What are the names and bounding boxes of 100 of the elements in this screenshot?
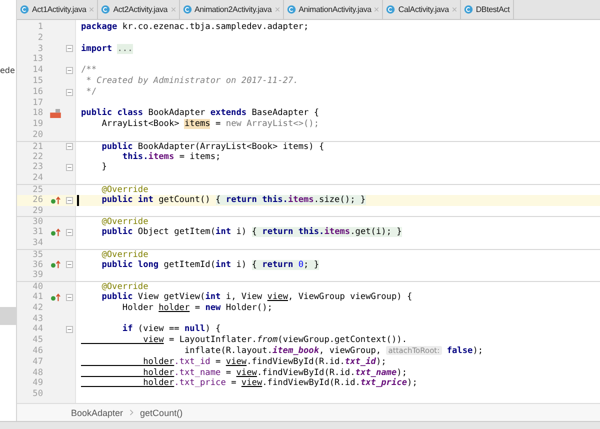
code-token: Holder (121, 302, 154, 313)
code-token: ); (407, 378, 418, 388)
code-token: ; } (304, 260, 320, 270)
fold-marker-icon[interactable] (66, 164, 72, 172)
code-token: = LayoutInflater. (168, 335, 257, 346)
line-number: 23 (32, 162, 44, 174)
chevron-icon (129, 409, 134, 416)
code-token: this. (121, 152, 148, 162)
code-token: new (205, 302, 221, 313)
tab-label: DBtestAct (476, 5, 510, 14)
override-marker-icon[interactable] (50, 292, 60, 302)
code-token: .txt_price (174, 378, 226, 388)
fold-marker-icon[interactable] (66, 67, 72, 74)
fold-marker-icon[interactable] (66, 196, 72, 204)
code-token: ... (117, 44, 133, 54)
class-marker-icon[interactable] (50, 109, 60, 118)
code-token: getCount() (158, 194, 212, 205)
line-number: 3 (36, 44, 44, 54)
code-token: , ViewGroup viewGroup) { (288, 292, 412, 302)
code-token: return (262, 260, 298, 270)
editor-tab[interactable]: Animation2Activity.java (180, 0, 284, 19)
fold-marker-icon[interactable] (66, 229, 72, 236)
breadcrumb-item[interactable]: getCount() (140, 408, 183, 418)
editor-tab[interactable]: AnimationActivity.java (284, 0, 384, 19)
close-icon[interactable] (89, 7, 94, 12)
line-number: 14 (32, 65, 44, 76)
editor-tab[interactable]: Act1Activity.java (17, 0, 98, 19)
class-file-icon (286, 5, 296, 14)
line-number: 48 (32, 368, 44, 378)
code-token: i) (235, 227, 248, 238)
override-marker-icon[interactable] (50, 196, 60, 205)
code-token: @Override (100, 217, 148, 228)
code-editor[interactable] (17, 20, 600, 403)
fold-marker-icon[interactable] (66, 326, 72, 334)
code-token: , viewGroup, (319, 346, 382, 356)
code-token: .txt_id (174, 356, 210, 367)
line-number: 42 (32, 302, 44, 314)
code-token: BaseAdapter { (250, 108, 320, 118)
line-number: 17 (32, 98, 44, 108)
code-token: ); (472, 346, 484, 356)
code-token: View getView( (136, 292, 206, 302)
code-token: public class (81, 108, 144, 118)
line-number: 50 (32, 389, 44, 400)
line-number: 19 (32, 119, 44, 130)
code-token: public (100, 227, 133, 238)
code-token: int (216, 227, 232, 238)
close-icon[interactable] (374, 7, 380, 12)
close-icon[interactable] (274, 7, 280, 12)
line-number: 41 (32, 292, 44, 303)
line-number: 46 (32, 346, 44, 357)
code-token: @Override (100, 250, 148, 260)
fold-marker-icon[interactable] (66, 261, 72, 268)
code-token: extends (210, 108, 247, 118)
code-token: = (194, 302, 202, 313)
code-token: false (446, 346, 473, 356)
tab-label: Act2Activity.java (113, 5, 168, 14)
line-number: 25 (32, 184, 44, 195)
code-token: view (241, 378, 262, 388)
code-token: txt_price (360, 378, 408, 388)
editor-tab[interactable]: CalActivity.java (383, 0, 461, 19)
line-number: 20 (32, 130, 44, 141)
override-marker-icon[interactable] (50, 260, 60, 270)
fold-marker-icon[interactable] (66, 294, 72, 301)
code-token: .txt_name (174, 368, 221, 378)
code-token: view (236, 368, 257, 378)
code-token: import (81, 44, 114, 54)
editor-tab[interactable]: Act2Activity.java (98, 0, 180, 19)
override-marker-icon[interactable] (50, 228, 60, 238)
close-icon[interactable] (452, 7, 457, 12)
line-number: 22 (32, 152, 44, 162)
code-token: .findViewById(R.id. (246, 356, 345, 367)
class-file-icon (464, 5, 473, 14)
code-token: BookAdapter(ArrayList<Book> items) { (136, 142, 324, 152)
code-token: package (81, 22, 118, 32)
code-token: ); (396, 368, 408, 378)
class-file-icon (182, 5, 192, 14)
tab-label: Animation2Activity.java (194, 5, 272, 14)
fold-marker-icon[interactable] (66, 143, 72, 150)
code-token: { (252, 227, 262, 238)
code-token: 0 (298, 260, 304, 270)
line-number: 16 (32, 86, 44, 98)
code-token: /** (81, 65, 97, 76)
code-token: = (214, 119, 222, 130)
fold-marker-icon[interactable] (66, 45, 72, 52)
line-number: 45 (32, 335, 44, 346)
tab-label: Act1Activity.java (32, 5, 86, 14)
breadcrumb-item[interactable]: BookAdapter (71, 408, 124, 418)
fold-marker-icon[interactable] (66, 88, 72, 96)
code-token: @Override (100, 184, 148, 195)
close-icon[interactable] (170, 7, 176, 12)
code-token: return this. (226, 194, 288, 205)
code-token: * Created by Administrator on 2017-11-27. (85, 76, 298, 86)
line-number: 24 (32, 173, 44, 184)
code-token: public (100, 292, 133, 302)
code-token: .findViewById(R.id. (262, 378, 360, 388)
code-token: holder (158, 302, 190, 313)
line-number: 43 (32, 314, 44, 324)
code-token: public int (100, 194, 154, 205)
code-token: kr.co.ezenac.tbja.sampledev.adapter; (121, 22, 309, 32)
code-token: items (288, 194, 314, 205)
